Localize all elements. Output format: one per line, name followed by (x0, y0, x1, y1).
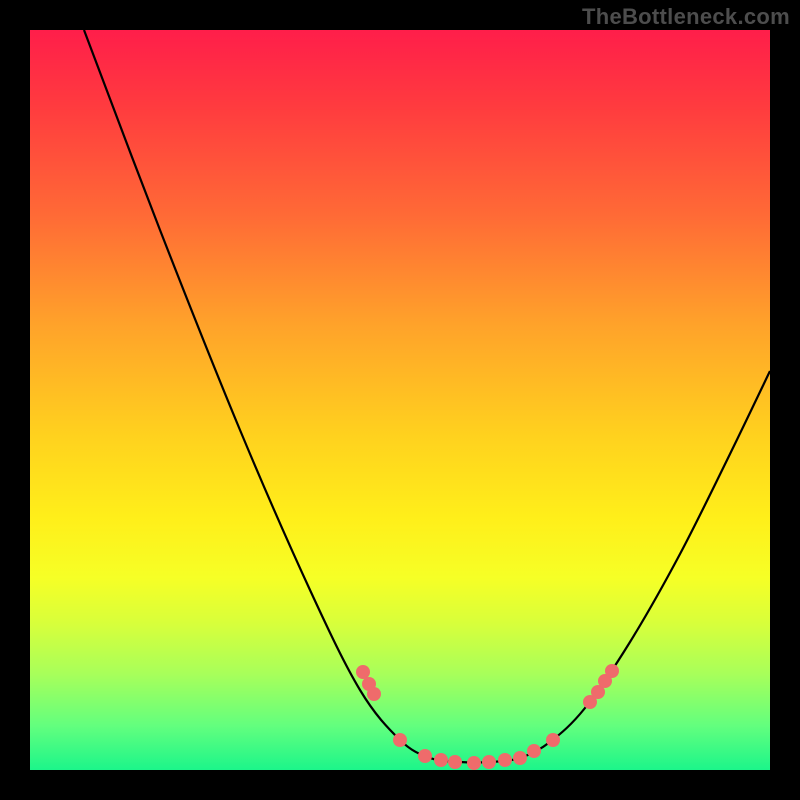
chart-gradient-background (30, 30, 770, 770)
watermark-text: TheBottleneck.com (582, 4, 790, 30)
